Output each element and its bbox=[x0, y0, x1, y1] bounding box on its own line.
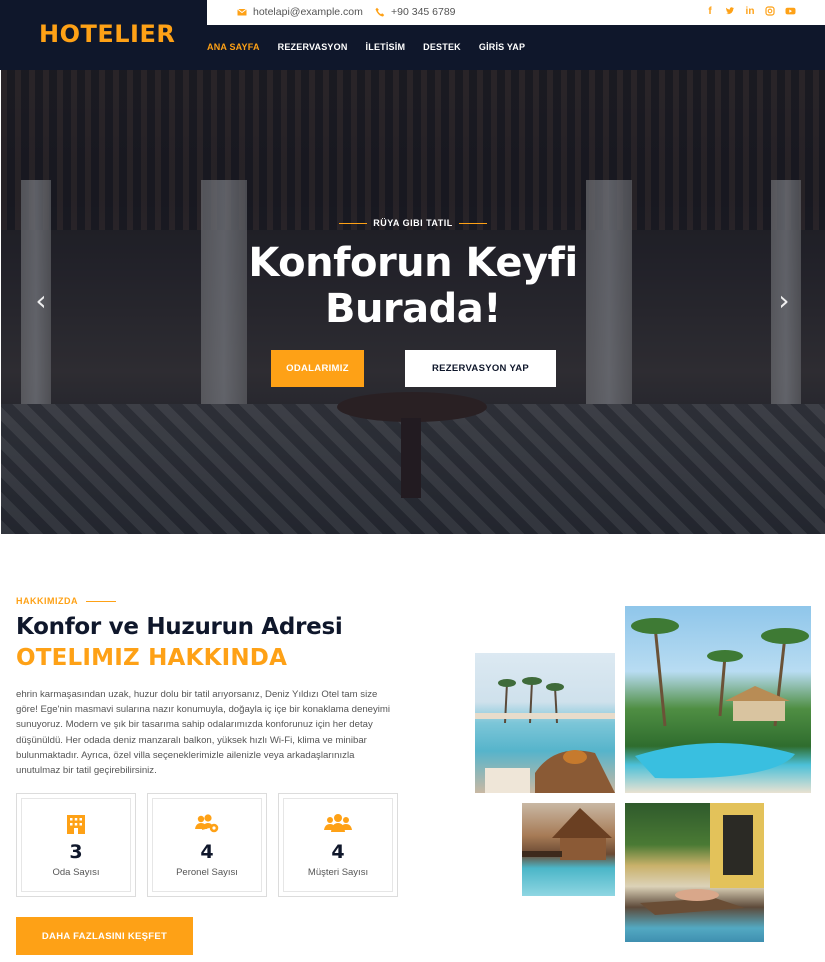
nav-item-reservation[interactable]: REZERVASYON bbox=[278, 42, 348, 52]
site-header: HOTELIER hotelapi@example.com +90 345 67… bbox=[0, 0, 825, 70]
stat-card-customers: 4 Müşteri Sayısı bbox=[278, 793, 398, 897]
twitter-icon[interactable] bbox=[725, 6, 735, 17]
nav-item-support[interactable]: DESTEK bbox=[423, 42, 461, 52]
about-kicker: HAKKIMIZDA bbox=[16, 596, 116, 606]
phone-text: +90 345 6789 bbox=[391, 6, 456, 18]
carousel-prev-icon[interactable]: ‹ bbox=[31, 286, 51, 316]
hero-title-line1: Konforun Keyfi bbox=[248, 240, 578, 286]
carousel-next-icon[interactable]: › bbox=[774, 286, 794, 316]
youtube-icon[interactable] bbox=[785, 6, 796, 17]
about-subtitle: OTELIMIZ HAKKINDA bbox=[16, 645, 288, 671]
gallery-image-pool-lounge bbox=[475, 653, 615, 793]
hero-title-line2: Burada! bbox=[324, 286, 502, 332]
users-gear-icon bbox=[153, 813, 261, 835]
stat-value: 4 bbox=[331, 841, 345, 863]
email-text: hotelapi@example.com bbox=[253, 6, 363, 18]
kicker-line bbox=[458, 223, 487, 225]
linkedin-icon[interactable]: in bbox=[745, 6, 755, 17]
email-contact[interactable]: hotelapi@example.com bbox=[237, 6, 363, 18]
top-contact-bar: hotelapi@example.com +90 345 6789 f in bbox=[207, 0, 825, 25]
explore-more-button[interactable]: DAHA FAZLASINI KEŞFET bbox=[16, 917, 193, 955]
hero-kicker: RÜYA GIBI TATIL bbox=[1, 218, 825, 228]
phone-contact[interactable]: +90 345 6789 bbox=[375, 6, 456, 18]
gallery-image-resort-cabana bbox=[522, 803, 615, 896]
stat-label: Müşteri Sayısı bbox=[307, 867, 369, 878]
phone-icon bbox=[375, 7, 385, 17]
gallery-image-poolside-relax bbox=[625, 803, 764, 942]
logo[interactable]: HOTELIER bbox=[39, 20, 175, 48]
hero-carousel: RÜYA GIBI TATIL Konforun Keyfi Burada! O… bbox=[1, 70, 825, 534]
stat-value: 3 bbox=[69, 841, 83, 863]
social-links: f in bbox=[705, 6, 796, 17]
kicker-line bbox=[339, 223, 368, 225]
instagram-icon[interactable] bbox=[765, 6, 775, 17]
stat-card-rooms: 3 Oda Sayısı bbox=[16, 793, 136, 897]
users-icon bbox=[284, 813, 392, 835]
kicker-line bbox=[86, 600, 116, 602]
hotel-icon bbox=[22, 813, 130, 835]
about-description: ehrin karmaşasından uzak, huzur dolu bir… bbox=[16, 689, 391, 777]
stat-label: Oda Sayısı bbox=[52, 867, 100, 878]
resort-cabana-illustration bbox=[522, 808, 612, 860]
pool-palms-illustration bbox=[631, 618, 809, 779]
main-nav: ANA SAYFA REZERVASYON İLETİSİM DESTEK Gİ… bbox=[207, 42, 543, 52]
rooms-button[interactable]: ODALARIMIZ bbox=[271, 350, 364, 387]
gallery-image-pool-palms bbox=[625, 606, 811, 793]
poolside-relax-illustration bbox=[640, 803, 764, 915]
envelope-icon bbox=[237, 8, 247, 16]
about-title: Konfor ve Huzurun Adresi bbox=[16, 614, 343, 640]
stat-card-staff: 4 Peronel Sayısı bbox=[147, 793, 267, 897]
nav-item-home[interactable]: ANA SAYFA bbox=[207, 42, 260, 52]
nav-item-contact[interactable]: İLETİSİM bbox=[366, 42, 406, 52]
stat-label: Peronel Sayısı bbox=[176, 867, 238, 878]
hero-title: Konforun Keyfi Burada! bbox=[1, 240, 825, 332]
book-button[interactable]: REZERVASYON YAP bbox=[405, 350, 556, 387]
pool-lounge-illustration bbox=[475, 677, 615, 793]
facebook-icon[interactable]: f bbox=[705, 6, 715, 17]
hero-kicker-text: RÜYA GIBI TATIL bbox=[373, 218, 453, 228]
about-kicker-text: HAKKIMIZDA bbox=[16, 596, 78, 606]
nav-item-login[interactable]: GİRİS YAP bbox=[479, 42, 525, 52]
stat-value: 4 bbox=[200, 841, 214, 863]
